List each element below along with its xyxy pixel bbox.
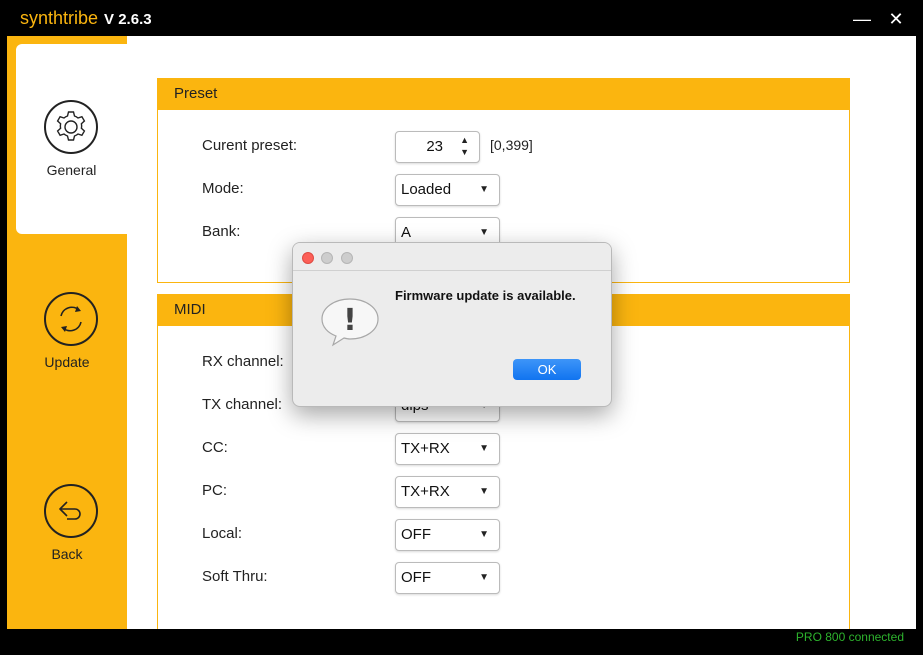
current-preset-value: 23 [426, 138, 443, 155]
stepper-up-icon[interactable]: ▲ [460, 135, 469, 145]
sidebar-item-label: General [46, 162, 97, 178]
minimize-icon: — [853, 9, 871, 29]
tx-channel-label: TX channel: [202, 396, 283, 413]
back-arrow-icon [44, 484, 98, 538]
bank-value: A [401, 224, 412, 241]
local-label: Local: [202, 525, 243, 542]
dialog-message: Firmware update is available. [395, 288, 576, 303]
soft-thru-label: Soft Thru: [202, 568, 268, 585]
current-preset-label: Curent preset: [202, 137, 298, 154]
pc-label: PC: [202, 482, 228, 499]
firmware-alert-dialog: ! Firmware update is available. OK [292, 242, 612, 407]
sidebar-item-label: Back [51, 546, 83, 562]
close-icon: ✕ [888, 9, 904, 29]
rx-channel-label: RX channel: [202, 353, 284, 370]
connection-status: PRO 800 connected [795, 630, 904, 644]
bank-label: Bank: [202, 223, 241, 240]
local-select[interactable]: OFF ▼ [395, 519, 500, 551]
chevron-down-icon: ▼ [479, 443, 489, 454]
local-value: OFF [401, 526, 431, 543]
cc-label: CC: [202, 439, 228, 456]
gear-icon [44, 100, 98, 154]
sidebar-item-update[interactable]: Update [7, 236, 127, 426]
pc-select[interactable]: TX+RX ▼ [395, 476, 500, 508]
sidebar-item-back[interactable]: Back [7, 428, 127, 618]
sidebar: General Update Back [7, 36, 127, 629]
minimize-button[interactable]: — [852, 10, 872, 30]
alert-icon: ! [319, 295, 381, 347]
sidebar-item-label: Update [44, 354, 90, 370]
mode-select[interactable]: Loaded ▼ [395, 174, 500, 206]
dialog-minimize-icon [321, 252, 333, 264]
mode-value: Loaded [401, 181, 452, 198]
cc-value: TX+RX [401, 440, 450, 457]
dialog-close-icon[interactable] [302, 252, 314, 264]
soft-thru-select[interactable]: OFF ▼ [395, 562, 500, 594]
chevron-down-icon: ▼ [479, 486, 489, 497]
preset-panel-title: Preset [158, 79, 849, 110]
app-name-tribe: tribe [63, 8, 99, 28]
app-name-synth: synth [20, 8, 64, 28]
current-preset-stepper[interactable]: 23 ▲ ▼ [395, 131, 480, 163]
dialog-title-bar [293, 243, 611, 271]
close-button[interactable]: ✕ [886, 10, 906, 30]
chevron-down-icon: ▼ [479, 184, 489, 195]
title-bar: synthtribe V 2.6.3 — ✕ [0, 0, 923, 36]
cc-select[interactable]: TX+RX ▼ [395, 433, 500, 465]
chevron-down-icon: ▼ [479, 227, 489, 238]
mode-label: Mode: [202, 180, 244, 197]
refresh-icon [44, 292, 98, 346]
chevron-down-icon: ▼ [479, 572, 489, 583]
chevron-down-icon: ▼ [479, 529, 489, 540]
pc-value: TX+RX [401, 483, 450, 500]
app-version: V 2.6.3 [104, 11, 152, 28]
sidebar-item-general[interactable]: General [16, 44, 127, 234]
current-preset-range: [0,399] [490, 137, 533, 153]
alert-icon-glyph: ! [343, 303, 357, 338]
stepper-down-icon[interactable]: ▼ [460, 147, 469, 157]
app-title: synthtribe V 2.6.3 [20, 8, 152, 29]
dialog-zoom-icon [341, 252, 353, 264]
ok-button[interactable]: OK [513, 359, 581, 380]
soft-thru-value: OFF [401, 569, 431, 586]
